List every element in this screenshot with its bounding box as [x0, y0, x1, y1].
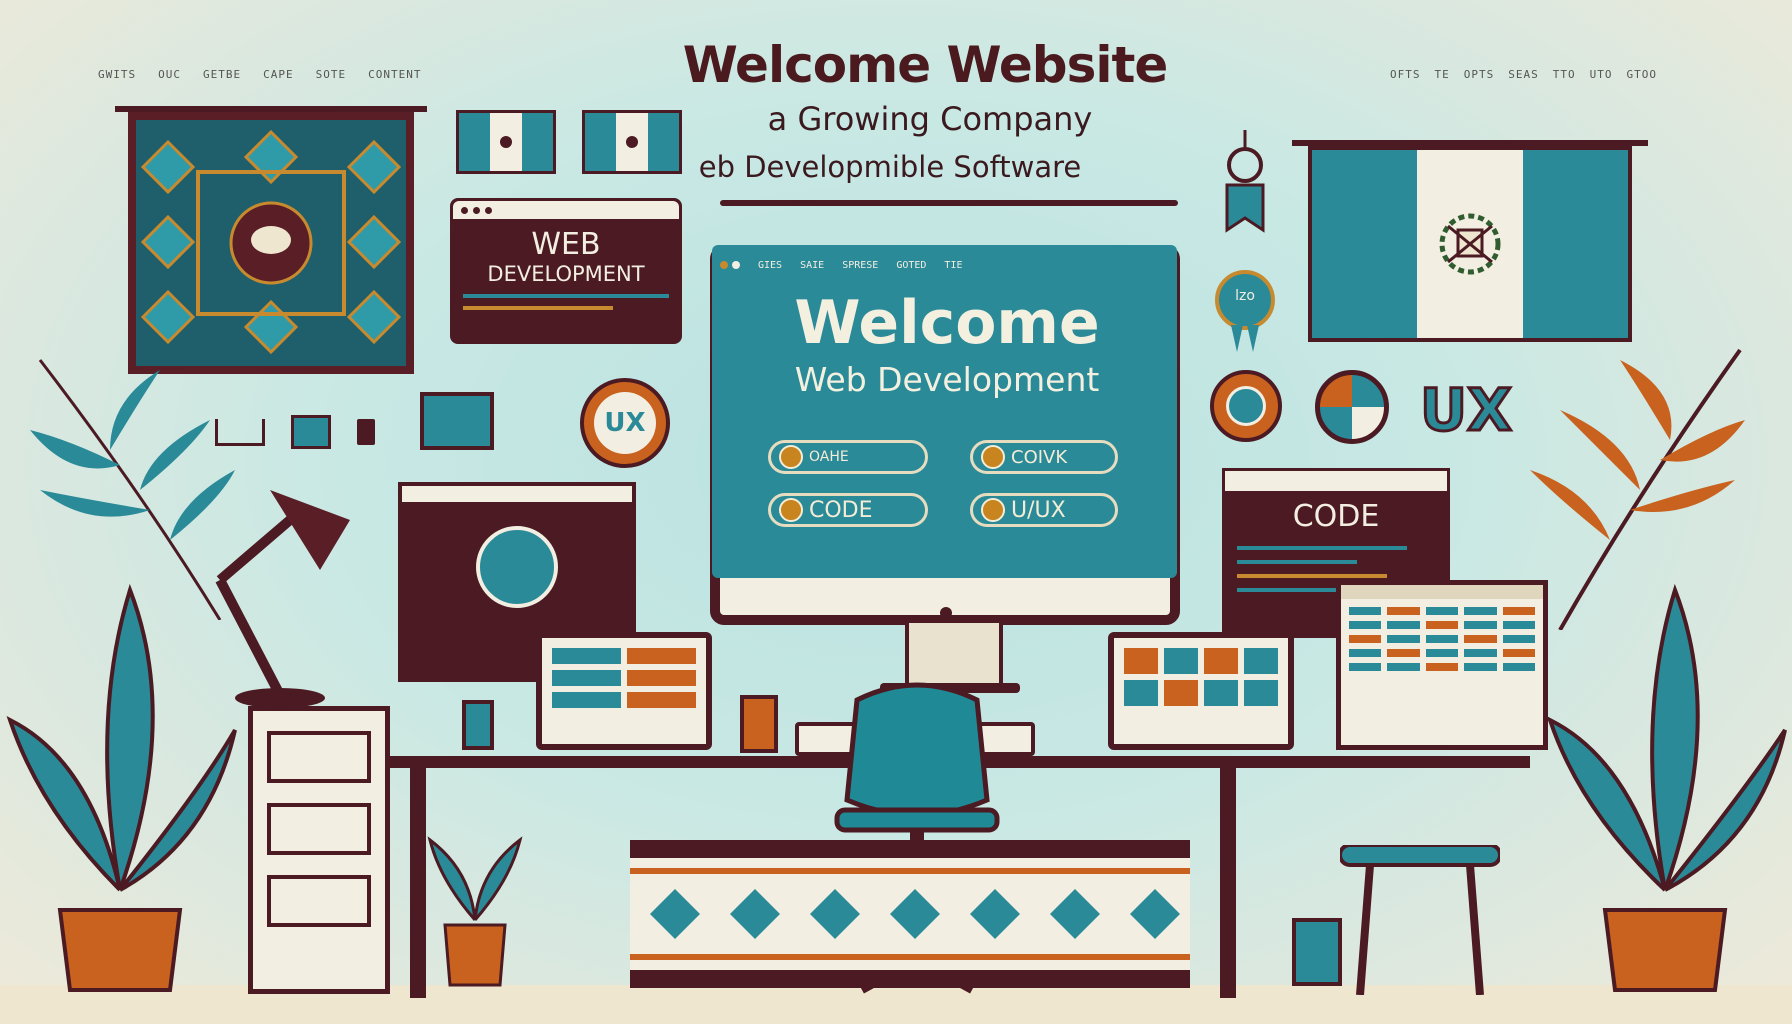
screen-button[interactable]: COIVK	[970, 440, 1118, 474]
browser-tab[interactable]: GOTED	[896, 260, 926, 271]
button-dot-icon	[779, 445, 803, 469]
laptop-right	[1108, 632, 1294, 750]
desk-leg	[1220, 768, 1236, 998]
nav-item[interactable]: GTOO	[1627, 68, 1658, 81]
ux-badge: UX	[580, 378, 670, 468]
window-icon	[291, 415, 331, 449]
ribbon-icon	[1215, 130, 1275, 360]
screen-welcome-heading: Welcome	[794, 288, 1100, 358]
nav-item[interactable]: OPTS	[1464, 68, 1495, 81]
tapestry	[128, 112, 414, 374]
nav-item[interactable]: OUC	[158, 68, 181, 81]
nav-item[interactable]: GWITS	[98, 68, 136, 81]
laptop-left	[536, 632, 712, 750]
nav-item[interactable]: UTO	[1590, 68, 1613, 81]
code-button[interactable]: CODE	[768, 493, 928, 527]
pie-badge-icon	[1315, 370, 1389, 444]
monitor-stand	[905, 623, 1003, 683]
tapestry-rod	[115, 106, 427, 112]
scene: GWITS OUC GETBE CAPE SOTE CONTENT OFTS T…	[0, 0, 1792, 1024]
flag-icon	[582, 110, 682, 174]
nav-item[interactable]: SOTE	[316, 68, 347, 81]
drawer-cabinet	[248, 706, 390, 994]
browser-tab[interactable]: GIES	[758, 260, 782, 271]
patterned-rug	[630, 840, 1190, 988]
web-development-panel[interactable]: WEB DEVELOPMENT	[450, 198, 682, 344]
side-stool	[1340, 845, 1500, 995]
drawer[interactable]	[267, 731, 371, 783]
nav-item[interactable]: CAPE	[263, 68, 294, 81]
page-title: Welcome Website	[682, 36, 1169, 94]
mug-icon	[740, 695, 778, 753]
monitor-tabbar: GIES SAIE SPRESE GOTED TIE	[720, 253, 1172, 277]
mug-icon	[1292, 918, 1342, 986]
fern-right	[1520, 330, 1750, 630]
drawer[interactable]	[267, 875, 371, 927]
button-dot-icon	[981, 445, 1005, 469]
panel-heading: DEVELOPMENT	[487, 262, 645, 286]
nav-item[interactable]: OFTS	[1390, 68, 1421, 81]
drawer[interactable]	[267, 803, 371, 855]
browser-tab[interactable]: SAIE	[800, 260, 824, 271]
nav-item[interactable]: TE	[1435, 68, 1450, 81]
mug-icon	[357, 419, 375, 445]
spreadsheet-window[interactable]	[1336, 580, 1548, 750]
plant-left-small	[420, 820, 530, 990]
settings-badge-icon	[1210, 370, 1282, 442]
button-dot-icon	[981, 498, 1005, 522]
video-play-icon	[476, 526, 558, 608]
large-flag	[1308, 146, 1632, 342]
nav-left: GWITS OUC GETBE CAPE SOTE CONTENT	[98, 68, 421, 81]
panel-heading: WEB	[531, 227, 601, 262]
mug-icon	[462, 700, 494, 750]
flag-icon	[456, 110, 556, 174]
plant-left-large	[0, 560, 240, 1000]
monitor-power-dot	[940, 607, 952, 619]
badge-text: lzo	[1235, 288, 1255, 304]
fern-left	[20, 340, 240, 620]
coat-of-arms-icon	[1439, 213, 1501, 275]
browser-tab[interactable]: TIE	[944, 260, 962, 271]
code-panel-title: CODE	[1225, 499, 1447, 534]
nav-item[interactable]: SEAS	[1508, 68, 1539, 81]
screen-button[interactable]: OAHE	[768, 440, 928, 474]
ux-label: UX	[1419, 375, 1514, 446]
button-dot-icon	[779, 498, 803, 522]
briefcase-icon	[420, 392, 494, 450]
divider-rod	[720, 200, 1178, 206]
nav-item[interactable]: GETBE	[203, 68, 241, 81]
nav-item[interactable]: CONTENT	[368, 68, 421, 81]
screen-subheading: Web Development	[794, 360, 1100, 399]
nav-right: OFTS TE OPTS SEAS TTO UTO GTOO	[1390, 68, 1657, 81]
page-subtitle: a Growing Company	[767, 100, 1093, 138]
nav-item[interactable]: TTO	[1553, 68, 1576, 81]
ux-button[interactable]: U/UX	[970, 493, 1118, 527]
browser-tab[interactable]: SPRESE	[842, 260, 878, 271]
